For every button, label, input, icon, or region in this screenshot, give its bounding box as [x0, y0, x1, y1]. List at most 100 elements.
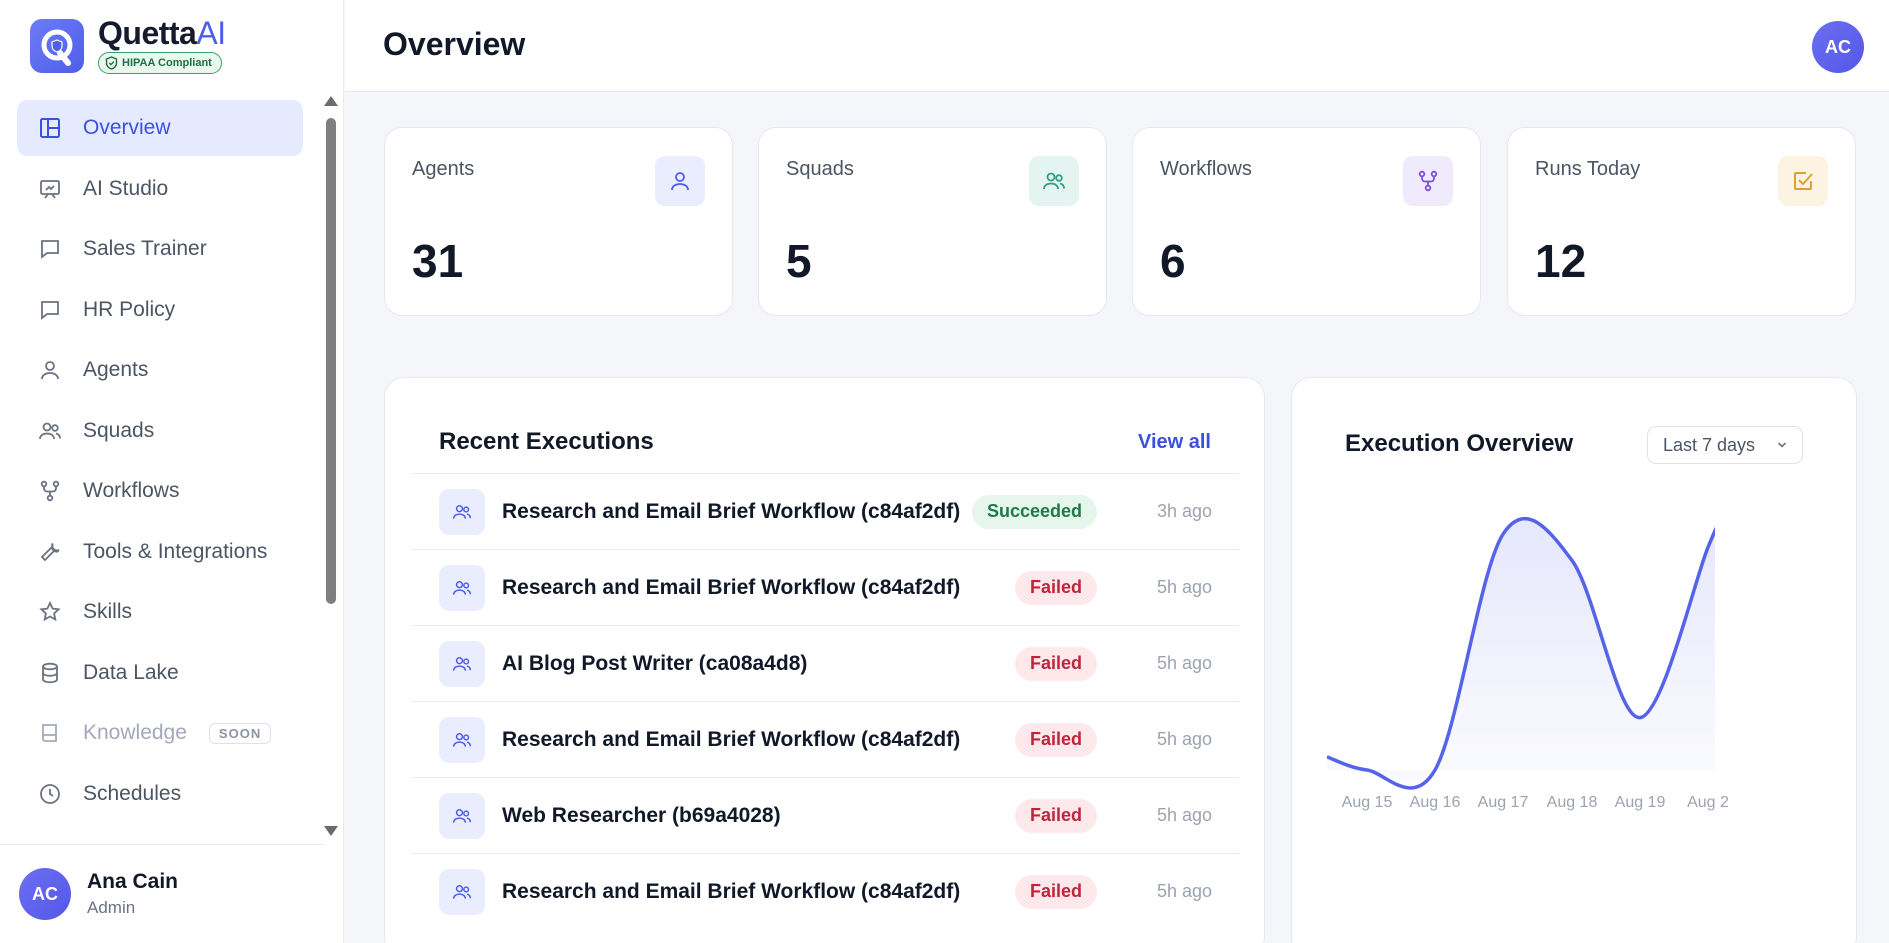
execution-time: 5h ago: [1156, 653, 1212, 673]
user-icon: [37, 357, 63, 383]
sidebar-item-knowledge: Knowledge SOON: [17, 705, 303, 761]
sidebar-item-label: Schedules: [83, 781, 182, 805]
execution-name[interactable]: AI Blog Post Writer (ca08a4d8): [502, 652, 807, 676]
status-badge: Failed: [1014, 646, 1097, 681]
users-icon: [439, 640, 485, 687]
sidebar-item-label: Overview: [83, 116, 171, 139]
table-row[interactable]: Research and Email Brief Workflow (c84af…: [412, 853, 1239, 929]
stat-card-workflows[interactable]: Workflows 6: [1132, 127, 1481, 316]
sidebar-item-label: Agents: [83, 358, 149, 381]
execution-chart: Aug 15 Aug 16 Aug 17 Aug 18 Aug 19 Aug 2: [1327, 517, 1729, 811]
executions-list: Research and Email Brief Workflow (c84af…: [412, 473, 1239, 929]
scroll-down-arrow[interactable]: [324, 826, 338, 836]
book-icon: [37, 720, 63, 746]
execution-overview-panel: Execution Overview Last 7 days Aug 15 Aug…: [1291, 377, 1857, 943]
sidebar-item-label: Squads: [83, 418, 155, 442]
presentation-icon: [37, 176, 63, 202]
table-row[interactable]: Web Researcher (b69a4028) Failed 5h ago: [412, 777, 1239, 853]
scroll-up-arrow[interactable]: [324, 96, 338, 106]
sidebar-item-skills[interactable]: Skills: [17, 584, 303, 640]
user-name: Ana Cain: [87, 870, 179, 893]
x-tick-label: Aug 2: [1687, 794, 1729, 811]
table-row[interactable]: Research and Email Brief Workflow (c84af…: [412, 473, 1239, 549]
chart-area-fill: [1327, 518, 1715, 788]
sidebar-item-label: Sales Trainer: [83, 237, 207, 260]
recent-executions-title: Recent Executions: [439, 428, 654, 455]
execution-time: 5h ago: [1156, 577, 1212, 597]
hipaa-badge: HIPAA Compliant: [98, 52, 222, 74]
brand-name: QuettaAI: [98, 15, 226, 51]
stat-label: Runs Today: [1535, 158, 1641, 180]
recent-executions-panel: Recent Executions View all Research and …: [384, 377, 1265, 943]
execution-name[interactable]: Web Researcher (b69a4028): [502, 804, 781, 828]
view-all-link[interactable]: View all: [1138, 431, 1211, 454]
chat-icon: [37, 297, 63, 323]
stat-card-squads[interactable]: Squads 5: [758, 127, 1107, 316]
status-badge: Failed: [1014, 722, 1097, 757]
sidebar-item-workflows[interactable]: Workflows: [17, 463, 303, 519]
sidebar-item-hr-policy[interactable]: HR Policy: [17, 282, 303, 338]
layout-icon: [37, 115, 63, 141]
sidebar-nav: Overview AI Studio Sales Trainer HR Poli…: [17, 100, 303, 826]
x-tick-label: Aug 18: [1547, 794, 1598, 811]
sidebar-item-label: Skills: [83, 600, 133, 623]
execution-time: 5h ago: [1156, 729, 1212, 749]
page-header: Overview AC: [345, 0, 1889, 92]
users-icon: [439, 564, 485, 611]
x-tick-label: Aug 19: [1615, 794, 1666, 811]
table-row[interactable]: Research and Email Brief Workflow (c84af…: [412, 549, 1239, 625]
stat-card-agents[interactable]: Agents 31: [384, 127, 733, 316]
page-title: Overview: [383, 26, 526, 62]
table-row[interactable]: AI Blog Post Writer (ca08a4d8) Failed 5h…: [412, 625, 1239, 701]
avatar[interactable]: AC: [19, 868, 71, 920]
sidebar-item-schedules[interactable]: Schedules: [17, 766, 303, 822]
git-fork-icon: [37, 478, 63, 504]
header-avatar[interactable]: AC: [1812, 21, 1864, 73]
sidebar-item-label: Data Lake: [83, 660, 179, 684]
scroll-thumb[interactable]: [326, 118, 336, 604]
sidebar-item-agents[interactable]: Agents: [17, 342, 303, 398]
brand-logo-icon: [30, 19, 84, 73]
sidebar-item-label: Knowledge: [83, 721, 187, 744]
execution-name[interactable]: Research and Email Brief Workflow (c84af…: [502, 576, 960, 600]
stat-value: 5: [786, 235, 812, 287]
execution-name[interactable]: Research and Email Brief Workflow (c84af…: [502, 880, 960, 904]
database-icon: [37, 660, 63, 686]
sidebar: QuettaAI HIPAA Compliant Overview AI Stu…: [0, 0, 344, 943]
clock-icon: [37, 781, 63, 807]
sidebar-item-label: Tools & Integrations: [83, 539, 268, 563]
stat-value: 31: [412, 235, 464, 287]
git-fork-icon: [1403, 156, 1453, 206]
stat-label: Agents: [412, 158, 475, 180]
stat-card-runs-today[interactable]: Runs Today 12: [1507, 127, 1856, 316]
users-icon: [439, 488, 485, 535]
sidebar-item-label: Workflows: [83, 479, 180, 502]
table-row[interactable]: Research and Email Brief Workflow (c84af…: [412, 701, 1239, 777]
stat-value: 12: [1535, 235, 1587, 287]
sidebar-item-squads[interactable]: Squads: [17, 403, 303, 459]
execution-name[interactable]: Research and Email Brief Workflow (c84af…: [502, 728, 960, 752]
user-role: Admin: [87, 898, 136, 917]
status-badge: Succeeded: [971, 494, 1097, 529]
chat-icon: [37, 236, 63, 262]
sidebar-item-sales-trainer[interactable]: Sales Trainer: [17, 221, 303, 277]
execution-name[interactable]: Research and Email Brief Workflow (c84af…: [502, 500, 960, 524]
brand[interactable]: QuettaAI HIPAA Compliant: [30, 15, 226, 74]
x-tick-label: Aug 17: [1478, 794, 1529, 811]
sidebar-item-tools-integrations[interactable]: Tools & Integrations: [17, 524, 303, 580]
star-icon: [37, 599, 63, 625]
stat-label: Squads: [786, 158, 854, 180]
wrench-icon: [37, 539, 63, 565]
users-icon: [439, 716, 485, 763]
x-tick-label: Aug 16: [1410, 794, 1461, 811]
user-profile[interactable]: AC Ana Cain Admin: [0, 844, 324, 943]
user-icon: [655, 156, 705, 206]
sidebar-scrollbar[interactable]: [324, 96, 338, 836]
sidebar-item-overview[interactable]: Overview: [17, 100, 303, 156]
sidebar-item-data-lake[interactable]: Data Lake: [17, 645, 303, 701]
users-icon: [439, 868, 485, 915]
stat-value: 6: [1160, 235, 1186, 287]
execution-time: 5h ago: [1156, 805, 1212, 825]
status-badge: Failed: [1014, 570, 1097, 605]
sidebar-item-ai-studio[interactable]: AI Studio: [17, 161, 303, 217]
